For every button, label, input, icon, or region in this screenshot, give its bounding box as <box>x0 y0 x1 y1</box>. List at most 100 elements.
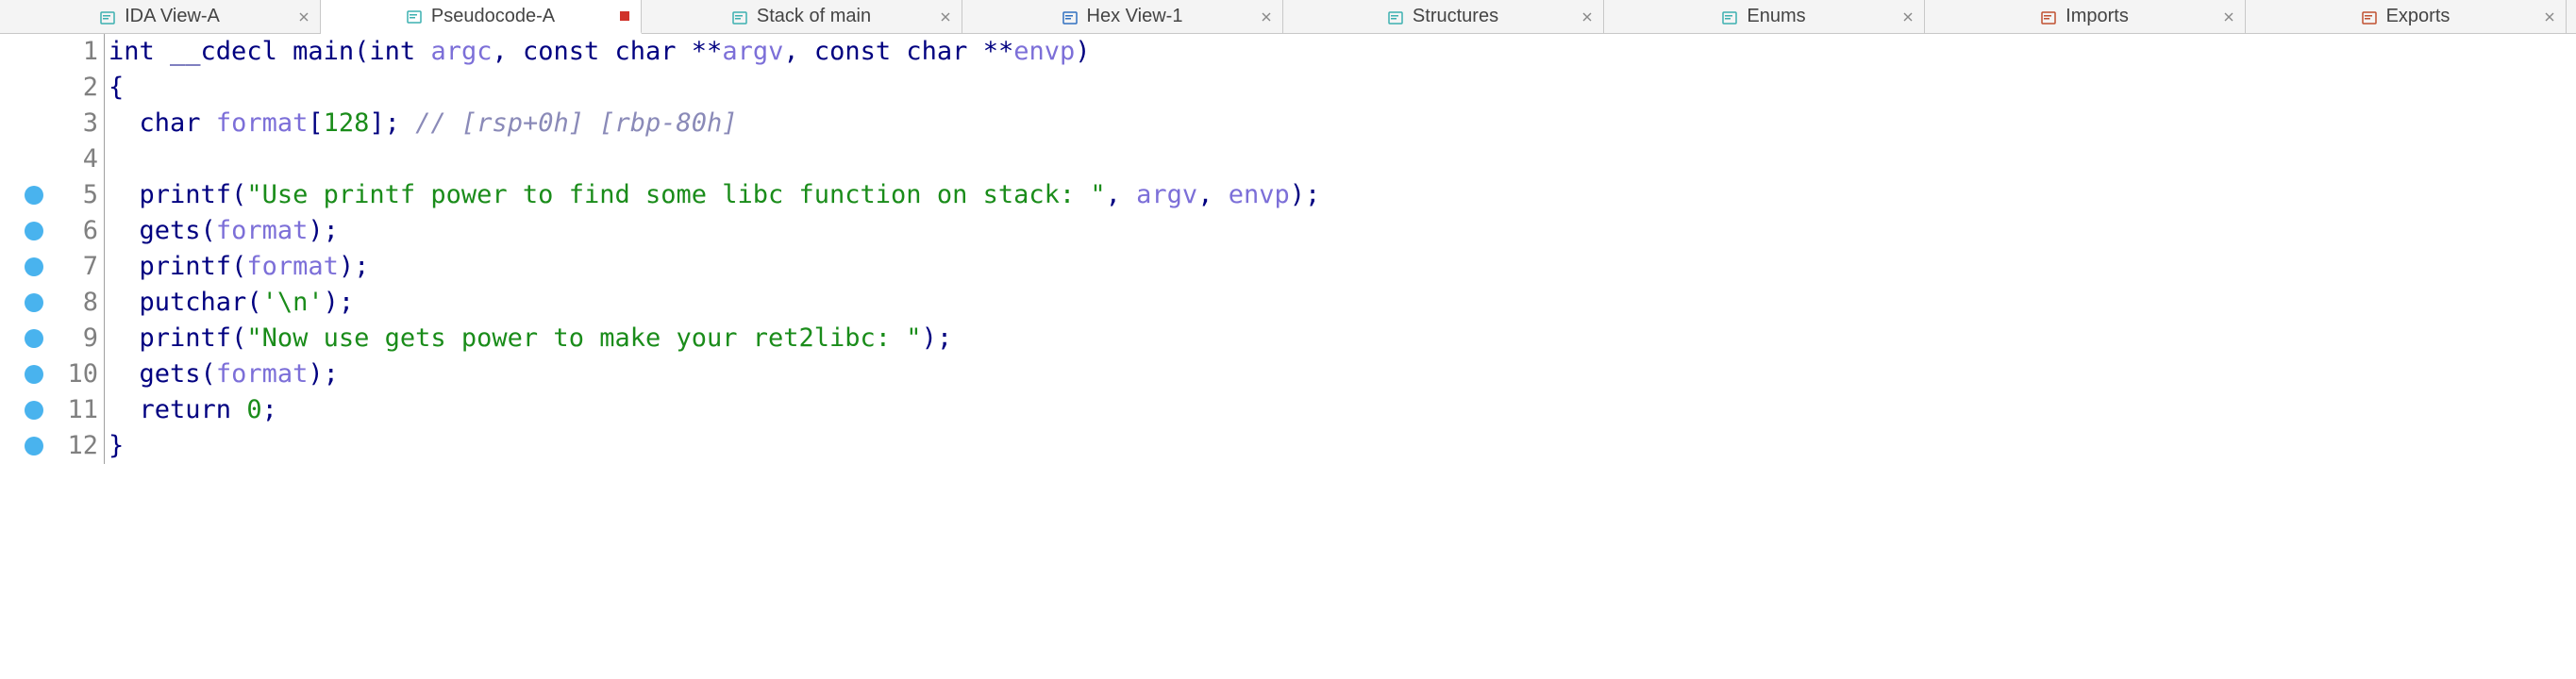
close-icon[interactable] <box>939 10 952 24</box>
token-kw: const char <box>814 37 968 66</box>
token-punc: ); <box>308 359 339 389</box>
pseudocode-view: 123456789101112 int __cdecl main(int arg… <box>0 34 2576 464</box>
token-punc: ( <box>231 323 246 353</box>
close-icon[interactable] <box>1901 10 1915 24</box>
code-line[interactable]: printf(format); <box>109 249 1320 285</box>
token-punc: ( <box>231 180 246 209</box>
breakpoint-marker-icon[interactable] <box>25 329 43 348</box>
tab-enums[interactable]: Enums <box>1604 0 1925 33</box>
close-icon[interactable] <box>1260 10 1273 24</box>
code-line[interactable]: putchar('\n'); <box>109 285 1320 321</box>
breakpoint-marker-icon[interactable] <box>25 293 43 312</box>
gutter-line[interactable]: 11 <box>0 392 98 428</box>
token-str: '\n' <box>262 288 324 317</box>
close-icon[interactable] <box>2222 10 2235 24</box>
token-plain <box>109 323 140 353</box>
code-line[interactable]: printf("Use printf power to find some li… <box>109 177 1320 213</box>
token-fn: gets <box>140 359 201 389</box>
token-punc: ( <box>201 359 216 389</box>
token-fn: printf <box>140 323 232 353</box>
token-plain <box>109 180 140 209</box>
close-icon[interactable] <box>2543 10 2556 24</box>
tab-label: Exports <box>2386 6 2451 27</box>
code-line[interactable]: gets(format); <box>109 356 1320 392</box>
tab-hex-view-1[interactable]: Hex View-1 <box>962 0 1283 33</box>
token-punc: , <box>492 37 523 66</box>
line-number: 8 <box>57 285 98 321</box>
token-punc: ]; <box>369 108 415 138</box>
token-punc: ( <box>354 37 369 66</box>
breakpoint-marker-icon[interactable] <box>25 257 43 276</box>
tab-modified-icon[interactable] <box>618 9 631 23</box>
gutter-line[interactable]: 3 <box>0 106 98 141</box>
tab-label: Pseudocode-A <box>431 6 555 27</box>
code-line[interactable]: int __cdecl main(int argc, const char **… <box>109 34 1320 70</box>
breakpoint-marker-icon[interactable] <box>25 401 43 420</box>
token-arg: format <box>246 252 339 281</box>
close-icon[interactable] <box>1581 10 1594 24</box>
token-arg: format <box>216 359 309 389</box>
tab-bar: IDA View-A Pseudocode-A Stack of main Hex V… <box>0 0 2576 34</box>
tab-ida-view-a[interactable]: IDA View-A <box>0 0 321 33</box>
breakpoint-marker-icon[interactable] <box>25 222 43 240</box>
token-punc: , <box>1197 180 1229 209</box>
code-line[interactable]: gets(format); <box>109 213 1320 249</box>
code-line[interactable] <box>109 141 1320 177</box>
breakpoint-marker-icon[interactable] <box>25 365 43 384</box>
line-number: 5 <box>57 177 98 213</box>
tab-label: Stack of main <box>757 6 871 27</box>
token-punc: ( <box>246 288 261 317</box>
token-arg: format <box>216 108 309 138</box>
breakpoint-marker-icon[interactable] <box>25 437 43 455</box>
token-plain: __cdecl <box>155 37 293 66</box>
token-num: 0 <box>246 395 261 424</box>
line-number: 3 <box>57 106 98 141</box>
token-plain: ** <box>967 37 1013 66</box>
token-arg: envp <box>1013 37 1075 66</box>
tab-structures[interactable]: Structures <box>1283 0 1604 33</box>
line-number: 9 <box>57 321 98 356</box>
teal-icon <box>732 9 747 25</box>
token-cmt: // [rsp+0h] [rbp-80h] <box>415 108 737 138</box>
code-line[interactable]: char format[128]; // [rsp+0h] [rbp-80h] <box>109 106 1320 141</box>
tab-exports[interactable]: Exports <box>2246 0 2567 33</box>
gutter-line[interactable]: 5 <box>0 177 98 213</box>
gutter-line[interactable]: 2 <box>0 70 98 106</box>
token-kw: const char <box>523 37 677 66</box>
line-number: 4 <box>57 141 98 177</box>
gutter-line[interactable]: 4 <box>0 141 98 177</box>
token-plain <box>109 288 140 317</box>
token-num: 128 <box>324 108 370 138</box>
teal-icon <box>100 9 115 25</box>
line-number: 12 <box>57 428 98 464</box>
token-arg: format <box>216 216 309 245</box>
tab-imports[interactable]: Imports <box>1925 0 2246 33</box>
token-plain <box>109 252 140 281</box>
code-line[interactable]: return 0; <box>109 392 1320 428</box>
tab-pseudocode-a[interactable]: Pseudocode-A <box>321 0 642 34</box>
code-line[interactable]: printf("Now use gets power to make your … <box>109 321 1320 356</box>
code-body[interactable]: int __cdecl main(int argc, const char **… <box>104 34 1320 464</box>
gutter-line[interactable]: 7 <box>0 249 98 285</box>
token-punc: } <box>109 431 124 460</box>
close-icon[interactable] <box>297 10 310 24</box>
token-str: "Use printf power to find some libc func… <box>246 180 1105 209</box>
gutter-line[interactable]: 10 <box>0 356 98 392</box>
code-line[interactable]: } <box>109 428 1320 464</box>
line-number-gutter: 123456789101112 <box>0 34 104 464</box>
code-line[interactable]: { <box>109 70 1320 106</box>
gutter-line[interactable]: 8 <box>0 285 98 321</box>
token-punc: ); <box>308 216 339 245</box>
breakpoint-marker-icon[interactable] <box>25 186 43 205</box>
gutter-line[interactable]: 12 <box>0 428 98 464</box>
gutter-line[interactable]: 1 <box>0 34 98 70</box>
token-plain <box>415 37 430 66</box>
token-punc: ); <box>1290 180 1321 209</box>
token-plain <box>109 108 140 138</box>
gutter-line[interactable]: 6 <box>0 213 98 249</box>
gutter-line[interactable]: 9 <box>0 321 98 356</box>
token-punc: ( <box>231 252 246 281</box>
token-plain: ** <box>677 37 723 66</box>
tab-stack-of-main[interactable]: Stack of main <box>642 0 962 33</box>
token-punc: , <box>1106 180 1137 209</box>
